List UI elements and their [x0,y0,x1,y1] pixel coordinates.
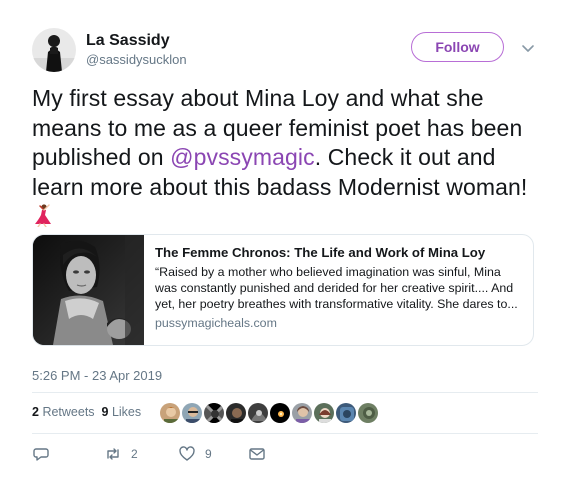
liker-avatar[interactable] [335,402,357,424]
retweet-icon [107,448,119,460]
card-image[interactable] [33,235,144,345]
tweet-timestamp[interactable]: 5:26 PM - 23 Apr 2019 [32,368,162,383]
dancer-emoji-icon [32,203,52,228]
liker-avatar[interactable] [181,402,203,424]
like-button[interactable]: 9 [178,445,212,463]
likes-stat[interactable]: 9 Likes [102,405,142,419]
retweets-stat[interactable]: 2 Retweets [32,405,95,419]
tweet-text: My first essay about Mina Loy and what s… [32,84,542,232]
liker-avatar[interactable] [357,402,379,424]
liker-avatar[interactable] [313,402,335,424]
liker-avatar[interactable] [203,402,225,424]
link-card[interactable]: The Femme Chronos: The Life and Work of … [32,234,534,346]
tweet-actions: 2 9 [32,445,292,465]
reply-icon [33,448,49,461]
mention-link[interactable]: @pvssymagic [170,144,315,170]
reply-button[interactable] [32,445,50,463]
retweets-label: Retweets [42,405,95,419]
avatar[interactable] [32,28,76,72]
liker-avatar[interactable] [247,402,269,424]
retweet-button[interactable]: 2 [104,445,138,463]
divider [32,392,538,393]
retweet-count: 2 [131,447,138,461]
engagement-stats: 2 Retweets 9 Likes [32,405,141,419]
card-title[interactable]: The Femme Chronos: The Life and Work of … [155,244,523,261]
card-domain: pussymagicheals.com [155,316,277,330]
direct-message-button[interactable] [248,445,266,463]
divider [32,433,538,434]
user-handle[interactable]: @sassidysucklon [86,52,187,67]
liker-avatar[interactable] [225,402,247,424]
retweets-count: 2 [32,405,39,419]
liker-avatar[interactable] [291,402,313,424]
heart-icon [179,446,195,461]
likes-count: 9 [101,405,109,419]
envelope-icon [249,448,265,460]
liker-avatar[interactable] [269,402,291,424]
likes-label: Likes [111,405,142,419]
like-count: 9 [205,447,212,461]
card-description: “Raised by a mother who believed imagina… [155,265,518,311]
user-name[interactable]: La Sassidy [86,32,170,50]
liker-avatar[interactable] [159,402,181,424]
follow-button[interactable]: Follow [411,32,504,62]
chevron-down-icon[interactable] [520,40,536,56]
